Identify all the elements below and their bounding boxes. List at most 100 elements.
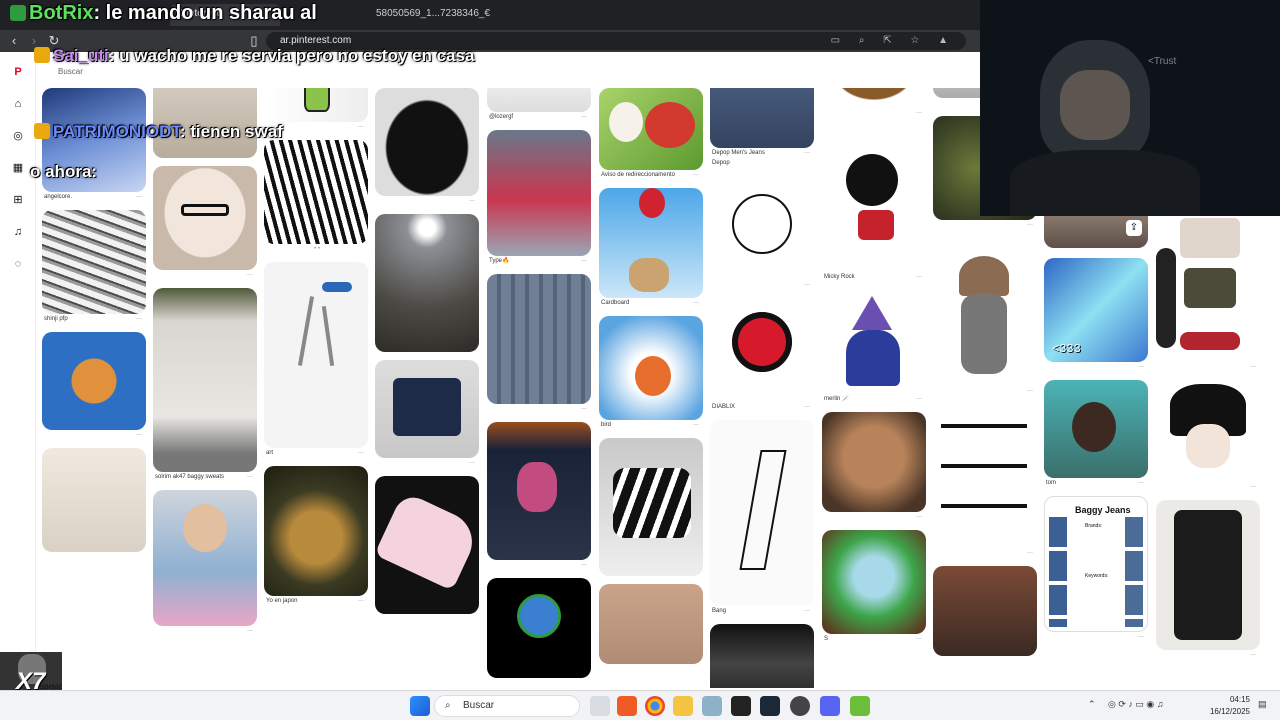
pin[interactable]: merlin 🪄 ··· — [822, 290, 926, 404]
more-icon[interactable]: ··· — [581, 560, 587, 570]
start-icon[interactable] — [410, 696, 430, 716]
back-icon[interactable]: ‹ — [6, 33, 22, 49]
minecraft-icon[interactable] — [850, 696, 870, 716]
pin[interactable]: ··· — [375, 360, 479, 468]
pin[interactable] — [599, 584, 703, 664]
more-icon[interactable]: ··· — [581, 112, 587, 122]
file-explorer-icon[interactable] — [673, 696, 693, 716]
pin[interactable]: @lozergf ··· — [487, 88, 591, 122]
pin[interactable]: ··· — [710, 176, 814, 290]
pin[interactable]: Depop Men's Jeans ··· Depop — [710, 88, 814, 168]
github-icon[interactable] — [790, 696, 810, 716]
pin[interactable]: ··· — [487, 274, 591, 414]
explore-icon[interactable]: ◎ — [10, 128, 26, 144]
more-icon[interactable]: ··· — [247, 270, 253, 280]
more-icon[interactable]: ··· — [358, 122, 364, 132]
more-icon[interactable]: ··· — [136, 430, 142, 440]
pin[interactable]: Bang ··· — [710, 420, 814, 616]
more-icon[interactable]: ··· — [693, 420, 699, 430]
more-icon[interactable]: ··· — [1027, 386, 1033, 396]
pin[interactable]: • • — [264, 140, 368, 254]
pin[interactable]: ··· — [1156, 500, 1260, 660]
more-icon[interactable]: ··· — [1138, 362, 1144, 372]
steam-icon[interactable] — [760, 696, 780, 716]
brave-icon[interactable] — [617, 696, 637, 716]
more-icon[interactable]: ··· — [581, 404, 587, 414]
chrome-icon[interactable] — [645, 696, 665, 716]
more-icon[interactable]: ··· — [1138, 632, 1144, 642]
pin[interactable]: ··· — [822, 412, 926, 522]
pin[interactable]: angelcore. ··· — [42, 88, 146, 202]
more-icon[interactable]: ··· — [469, 196, 475, 206]
more-icon[interactable]: ··· — [581, 256, 587, 266]
pin[interactable]: art ··· — [264, 262, 368, 458]
address-actions[interactable]: ▭ ⌕ ⇱ ☆ ▲ — [831, 32, 956, 50]
more-icon[interactable]: ··· — [916, 512, 922, 522]
pin[interactable] — [153, 88, 257, 158]
pin[interactable]: solrim ak47 baggy sweats ··· — [153, 288, 257, 482]
pin[interactable]: <333 ··· — [1044, 258, 1148, 372]
more-icon[interactable]: ··· — [136, 192, 142, 202]
more-icon[interactable]: ··· — [693, 298, 699, 308]
messages-icon[interactable]: ◌ — [10, 256, 26, 272]
pin[interactable]: ··· — [264, 88, 368, 132]
pin[interactable]: S ··· — [822, 530, 926, 644]
share-icon[interactable]: ⇪ — [1126, 220, 1142, 236]
pin[interactable]: ··· — [42, 332, 146, 440]
pin[interactable]: Type🔥 ··· — [487, 130, 591, 266]
pin[interactable]: Yo en japon ··· — [264, 466, 368, 606]
browser-tab[interactable]: 58050569_1...7238346_€ — [366, 4, 490, 26]
more-icon[interactable]: ··· — [804, 402, 810, 412]
more-icon[interactable]: ··· — [358, 596, 364, 606]
pin[interactable]: Cardboard ··· — [599, 188, 703, 308]
more-icon[interactable]: ··· — [693, 170, 699, 180]
pinterest-logo-icon[interactable]: P — [10, 64, 26, 80]
more-icon[interactable]: ··· — [804, 148, 810, 158]
browser-tab-active[interactable]: Pinterest — [170, 4, 280, 26]
more-icon[interactable]: ··· — [1027, 220, 1033, 230]
more-icon[interactable]: ··· — [916, 108, 922, 118]
more-icon[interactable]: ··· — [804, 606, 810, 616]
address-bar[interactable]: ar.pinterest.com ▭ ⌕ ⇱ ☆ ▲ — [266, 32, 966, 50]
boards-icon[interactable]: ▦ — [10, 160, 26, 176]
more-icon[interactable]: ··· — [1027, 548, 1033, 558]
tray-chevron-icon[interactable]: ⌃ — [1088, 699, 1096, 710]
more-icon[interactable]: ··· — [1250, 362, 1256, 372]
bookmark-icon[interactable]: ▯ — [246, 33, 262, 49]
pin[interactable]: Aviso de redireccionamento ··· — [599, 88, 703, 180]
pin[interactable] — [710, 624, 814, 688]
more-icon[interactable]: ··· — [469, 458, 475, 468]
pin[interactable] — [42, 448, 146, 552]
more-icon[interactable]: ··· — [804, 280, 810, 290]
pin[interactable]: Baggy Jeans Brands: Keywords: ··· — [1044, 496, 1148, 642]
more-icon[interactable]: ··· — [247, 472, 253, 482]
tray-icons[interactable]: ◎ ⟳ ♪ ▭ ◉ ♫ — [1108, 699, 1164, 710]
more-icon[interactable]: ··· — [1250, 482, 1256, 492]
taskbar-search[interactable]: ⌕ Buscar — [434, 695, 580, 717]
home-icon[interactable]: ⌂ — [10, 96, 26, 112]
pin[interactable]: ··· — [822, 88, 926, 118]
task-view-icon[interactable] — [590, 696, 610, 716]
reload-icon[interactable]: ↻ — [46, 33, 62, 49]
pin[interactable]: ··· — [1156, 380, 1260, 492]
notifications-icon[interactable]: ▤ — [1258, 699, 1267, 710]
pin[interactable]: ··· — [487, 422, 591, 570]
forward-icon[interactable]: › — [26, 33, 42, 49]
more-icon[interactable]: ··· — [916, 272, 922, 282]
more-icon[interactable]: ··· — [247, 626, 253, 636]
pin[interactable]: DIABLIX ··· — [710, 298, 814, 412]
taskbar-clock[interactable]: 04:15 16/12/2025 — [1210, 694, 1250, 718]
pin[interactable] — [375, 214, 479, 352]
browser-tab[interactable]: Mi ... — [40, 4, 100, 26]
pin[interactable] — [487, 578, 591, 678]
more-icon[interactable]: ··· — [358, 448, 364, 458]
more-icon[interactable]: ··· — [916, 394, 922, 404]
pin[interactable]: bird ··· — [599, 316, 703, 430]
more-icon[interactable]: ··· — [1250, 650, 1256, 660]
pin[interactable]: ··· — [375, 88, 479, 206]
pin[interactable]: tom ··· — [1044, 380, 1148, 488]
store-icon[interactable] — [702, 696, 722, 716]
pin[interactable]: shinji pfp ··· — [42, 210, 146, 324]
pin[interactable]: Micky Rock ··· — [822, 126, 926, 282]
create-icon[interactable]: ⊞ — [10, 192, 26, 208]
